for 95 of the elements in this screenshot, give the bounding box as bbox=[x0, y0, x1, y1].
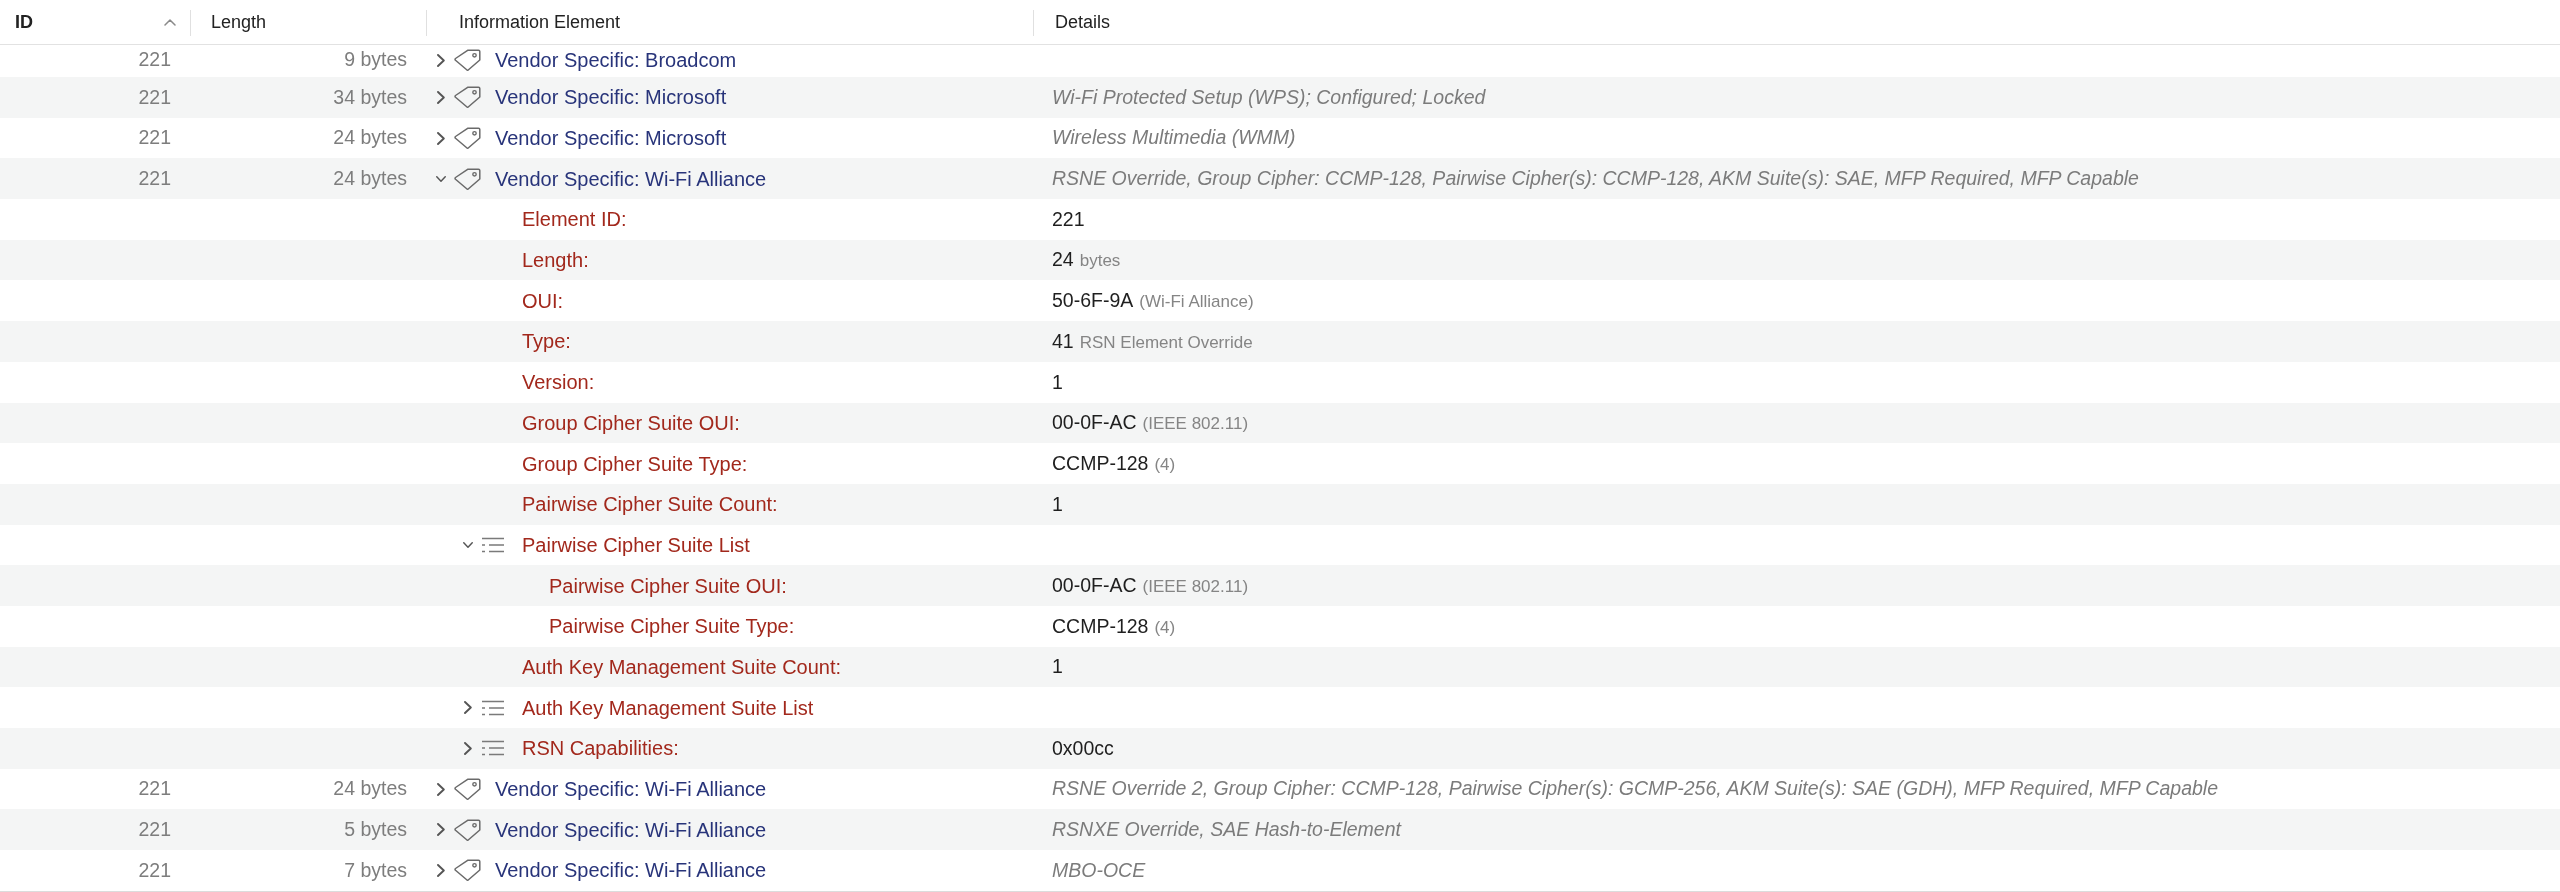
element-length: 24 bytes bbox=[333, 777, 407, 800]
chevron-down-icon[interactable] bbox=[436, 174, 446, 183]
list-icon bbox=[481, 536, 505, 553]
field-value: 0x00cc bbox=[1052, 736, 1114, 759]
tag-icon bbox=[454, 167, 481, 190]
field-value: 221 bbox=[1052, 207, 1085, 230]
field-value: CCMP-128 bbox=[1052, 614, 1149, 637]
element-id: 221 bbox=[138, 858, 171, 881]
tag-icon bbox=[454, 49, 481, 71]
element-length: 34 bytes bbox=[333, 85, 407, 108]
chevron-right-icon[interactable] bbox=[437, 823, 445, 837]
field-value: 50-6F-9A bbox=[1052, 289, 1134, 312]
field-value: 1 bbox=[1052, 655, 1063, 678]
element-id: 221 bbox=[138, 777, 171, 800]
column-header[interactable]: Length bbox=[190, 0, 426, 45]
tag-icon bbox=[454, 818, 481, 841]
field-label: Auth Key Management Suite Count: bbox=[522, 654, 842, 680]
element-name: Vendor Specific: Wi-Fi Alliance bbox=[495, 777, 767, 803]
element-name: Vendor Specific: Broadcom bbox=[495, 48, 737, 73]
chevron-right-icon[interactable] bbox=[437, 90, 445, 104]
table-row[interactable]: Length: 24 bytes bbox=[0, 239, 2560, 281]
tag-icon bbox=[454, 778, 481, 801]
value-note: bytes bbox=[1079, 251, 1121, 271]
element-name: Vendor Specific: Wi-Fi Alliance bbox=[495, 166, 767, 192]
tag-icon bbox=[454, 86, 481, 109]
value-note: (4) bbox=[1154, 617, 1176, 637]
details-text: RSNXE Override, SAE Hash-to-Element bbox=[1052, 818, 1401, 841]
element-length: 7 bytes bbox=[344, 858, 407, 881]
field-label: Element ID: bbox=[522, 207, 627, 233]
chevron-down-icon[interactable] bbox=[463, 540, 473, 549]
field-value: 24 bbox=[1052, 248, 1074, 271]
list-icon bbox=[481, 699, 505, 716]
element-id: 221 bbox=[138, 126, 171, 149]
field-label: RSN Capabilities: bbox=[522, 736, 679, 762]
table-row[interactable]: Pairwise Cipher Suite Count: 1 bbox=[0, 483, 2560, 525]
field-label: Pairwise Cipher Suite Type: bbox=[549, 614, 795, 640]
element-id: 221 bbox=[138, 48, 171, 71]
table-row[interactable]: 221 34 bytes Vendor Specific: Microsoft Wi-Fi Protected Setup (WPS); Configured; Locked bbox=[0, 77, 2560, 118]
field-value: CCMP-128 bbox=[1052, 451, 1149, 474]
details-text: Wi-Fi Protected Setup (WPS); Configured; Locked bbox=[1052, 85, 1486, 108]
details-text: RSNE Override, Group Cipher: CCMP-128, Pairwise Cipher(s): CCMP-128, AKM Suite(s): SAE, MFP Required, MFP Capable bbox=[1052, 167, 2139, 190]
chevron-right-icon[interactable] bbox=[437, 782, 445, 796]
element-length: 24 bytes bbox=[333, 167, 407, 190]
tag-icon bbox=[454, 127, 481, 150]
field-label: Length: bbox=[522, 248, 589, 274]
chevron-right-icon[interactable] bbox=[437, 131, 445, 145]
table-row[interactable]: 221 24 bytes Vendor Specific: Wi-Fi Alliance RSNE Override, Group Cipher: CCMP-128, Pairwise Cipher(s): CCMP-128, AKM Suite(s): SAE, MFP Required, MFP Capable bbox=[0, 158, 2560, 200]
field-label: Version: bbox=[522, 370, 595, 396]
field-value: 00-0F-AC bbox=[1052, 411, 1137, 434]
field-label: Pairwise Cipher Suite OUI: bbox=[549, 573, 787, 599]
field-label: Pairwise Cipher Suite List bbox=[522, 532, 750, 558]
chevron-right-icon[interactable] bbox=[464, 701, 472, 715]
column-header[interactable]: Information Element bbox=[426, 0, 1033, 45]
value-note: (4) bbox=[1154, 454, 1176, 474]
element-name: Vendor Specific: Microsoft bbox=[495, 126, 727, 152]
field-label: OUI: bbox=[522, 288, 564, 314]
field-value: 00-0F-AC bbox=[1052, 573, 1137, 596]
chevron-right-icon[interactable] bbox=[437, 53, 445, 67]
column-header[interactable]: Details bbox=[1033, 0, 2560, 45]
table-row[interactable]: Type: 41 RSN Element Override bbox=[0, 321, 2560, 362]
table-row[interactable]: Pairwise Cipher Suite OUI: 00-0F-AC (IEEE 802.11) bbox=[0, 565, 2560, 606]
field-label: Group Cipher Suite OUI: bbox=[522, 410, 740, 436]
value-note: (IEEE 802.11) bbox=[1142, 414, 1249, 434]
value-note: (Wi-Fi Alliance) bbox=[1139, 292, 1254, 312]
value-note: RSN Element Override bbox=[1079, 332, 1253, 352]
chevron-right-icon[interactable] bbox=[437, 863, 445, 877]
sort-caret-icon[interactable] bbox=[164, 19, 176, 26]
element-id: 221 bbox=[138, 85, 171, 108]
field-label: Group Cipher Suite Type: bbox=[522, 451, 748, 477]
element-id: 221 bbox=[138, 818, 171, 841]
element-length: 9 bytes bbox=[344, 48, 407, 71]
element-name: Vendor Specific: Wi-Fi Alliance bbox=[495, 817, 767, 843]
tag-icon bbox=[454, 859, 481, 882]
details-text: MBO-OCE bbox=[1052, 858, 1146, 881]
field-value: 41 bbox=[1052, 329, 1074, 352]
element-length: 24 bytes bbox=[333, 126, 407, 149]
table-row[interactable]: Auth Key Management Suite Count: 1 bbox=[0, 646, 2560, 688]
field-value: 1 bbox=[1052, 492, 1063, 515]
details-text: Wireless Multimedia (WMM) bbox=[1052, 126, 1296, 149]
table-row[interactable]: RSN Capabilities: 0x00cc bbox=[0, 728, 2560, 769]
details-text: RSNE Override 2, Group Cipher: CCMP-128, Pairwise Cipher(s): GCMP-256, AKM Suite(s): SAE (GDH), MFP Required, MFP Capable bbox=[1052, 777, 2218, 800]
column-header[interactable]: ID bbox=[0, 0, 190, 45]
value-note: (IEEE 802.11) bbox=[1142, 576, 1249, 596]
element-length: 5 bytes bbox=[344, 818, 407, 841]
list-icon bbox=[481, 740, 505, 757]
element-id: 221 bbox=[138, 167, 171, 190]
table-row[interactable]: Group Cipher Suite OUI: 00-0F-AC (IEEE 802.11) bbox=[0, 402, 2560, 444]
element-name: Vendor Specific: Microsoft bbox=[495, 85, 727, 111]
table-row[interactable]: 221 5 bytes Vendor Specific: Wi-Fi Alliance RSNXE Override, SAE Hash-to-Element bbox=[0, 809, 2560, 851]
chevron-right-icon[interactable] bbox=[464, 741, 472, 755]
element-name: Vendor Specific: Wi-Fi Alliance bbox=[495, 858, 767, 884]
field-label: Type: bbox=[522, 329, 571, 355]
field-label: Auth Key Management Suite List bbox=[522, 695, 814, 721]
field-value: 1 bbox=[1052, 370, 1063, 393]
field-label: Pairwise Cipher Suite Count: bbox=[522, 492, 778, 518]
